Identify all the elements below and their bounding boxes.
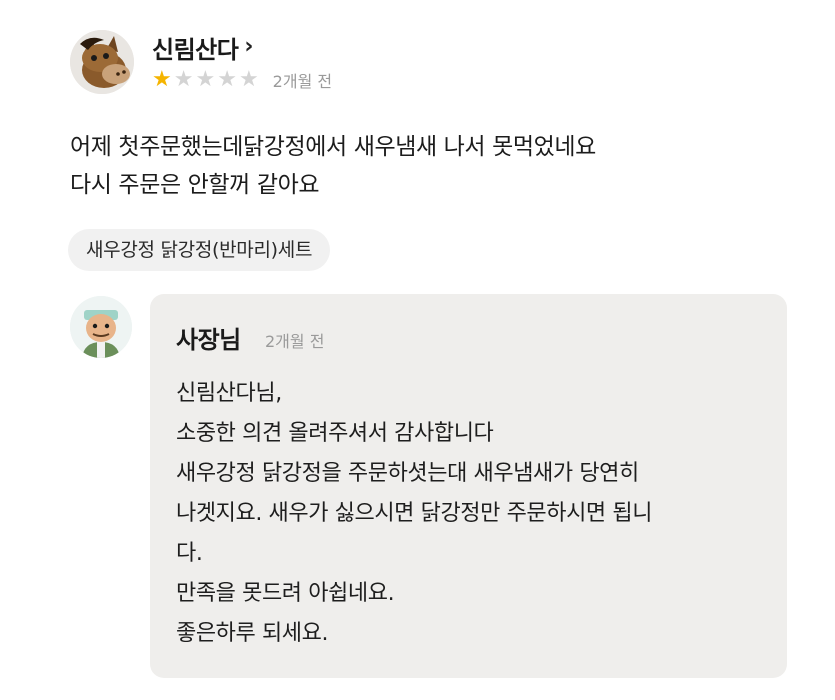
reply-line: 만족을 못드려 아쉽네요. [176,581,395,606]
review-line: 어제 첫주문했는데닭강정에서 새우냄새 나서 못먹었네요 [70,134,596,160]
reply-line: 나겟지요. 새우가 싫으시면 닭강정만 주문하시면 됩니 [176,501,653,526]
chevron-right-icon: › [244,34,253,59]
reply-time: 2개월 전 [265,332,325,351]
star-icon: ★ [152,67,172,92]
star-icon: ★ [173,67,194,92]
review-line: 다시 주문은 안할꺼 같아요 [70,172,320,198]
owner-name: 사장님 [176,326,241,354]
reply-line: 소중한 의견 올려주셔서 감사합니다 [176,421,494,446]
star-icon: ★ [238,67,259,92]
horse-avatar-icon[interactable] [70,30,134,94]
review-page: 신림산다 › ★ ★ ★ ★ ★ 2개월 전 어제 첫주문했는데닭강정에서 새우… [0,0,835,700]
reply-line: 다. [176,541,203,566]
star-icon: ★ [195,67,216,92]
star-icon: ★ [217,67,237,92]
reply-body: 신림산다님, 소중한 의견 올려주셔서 감사합니다 새우강정 닭강정을 주문하셧… [176,374,776,654]
menu-tag[interactable]: 새우강정 닭강정(반마리)세트 [68,229,331,271]
reply-line: 신림산다님, [176,381,282,406]
review-body: 어제 첫주문했는데닭강정에서 새우냄새 나서 못먹었네요 다시 주문은 안할꺼 … [70,128,596,204]
reviewer-name: 신림산다 [152,36,239,64]
reply-line: 새우강정 닭강정을 주문하셧는대 새우냄새가 당연히 [176,461,639,486]
reviewer-name-link[interactable]: 신림산다 › [152,30,253,65]
owner-avatar-icon [70,296,132,358]
reply-line: 좋은하루 되세요. [176,621,329,646]
review-time: 2개월 전 [272,72,333,91]
rating-row: ★ ★ ★ ★ ★ 2개월 전 [152,68,332,92]
